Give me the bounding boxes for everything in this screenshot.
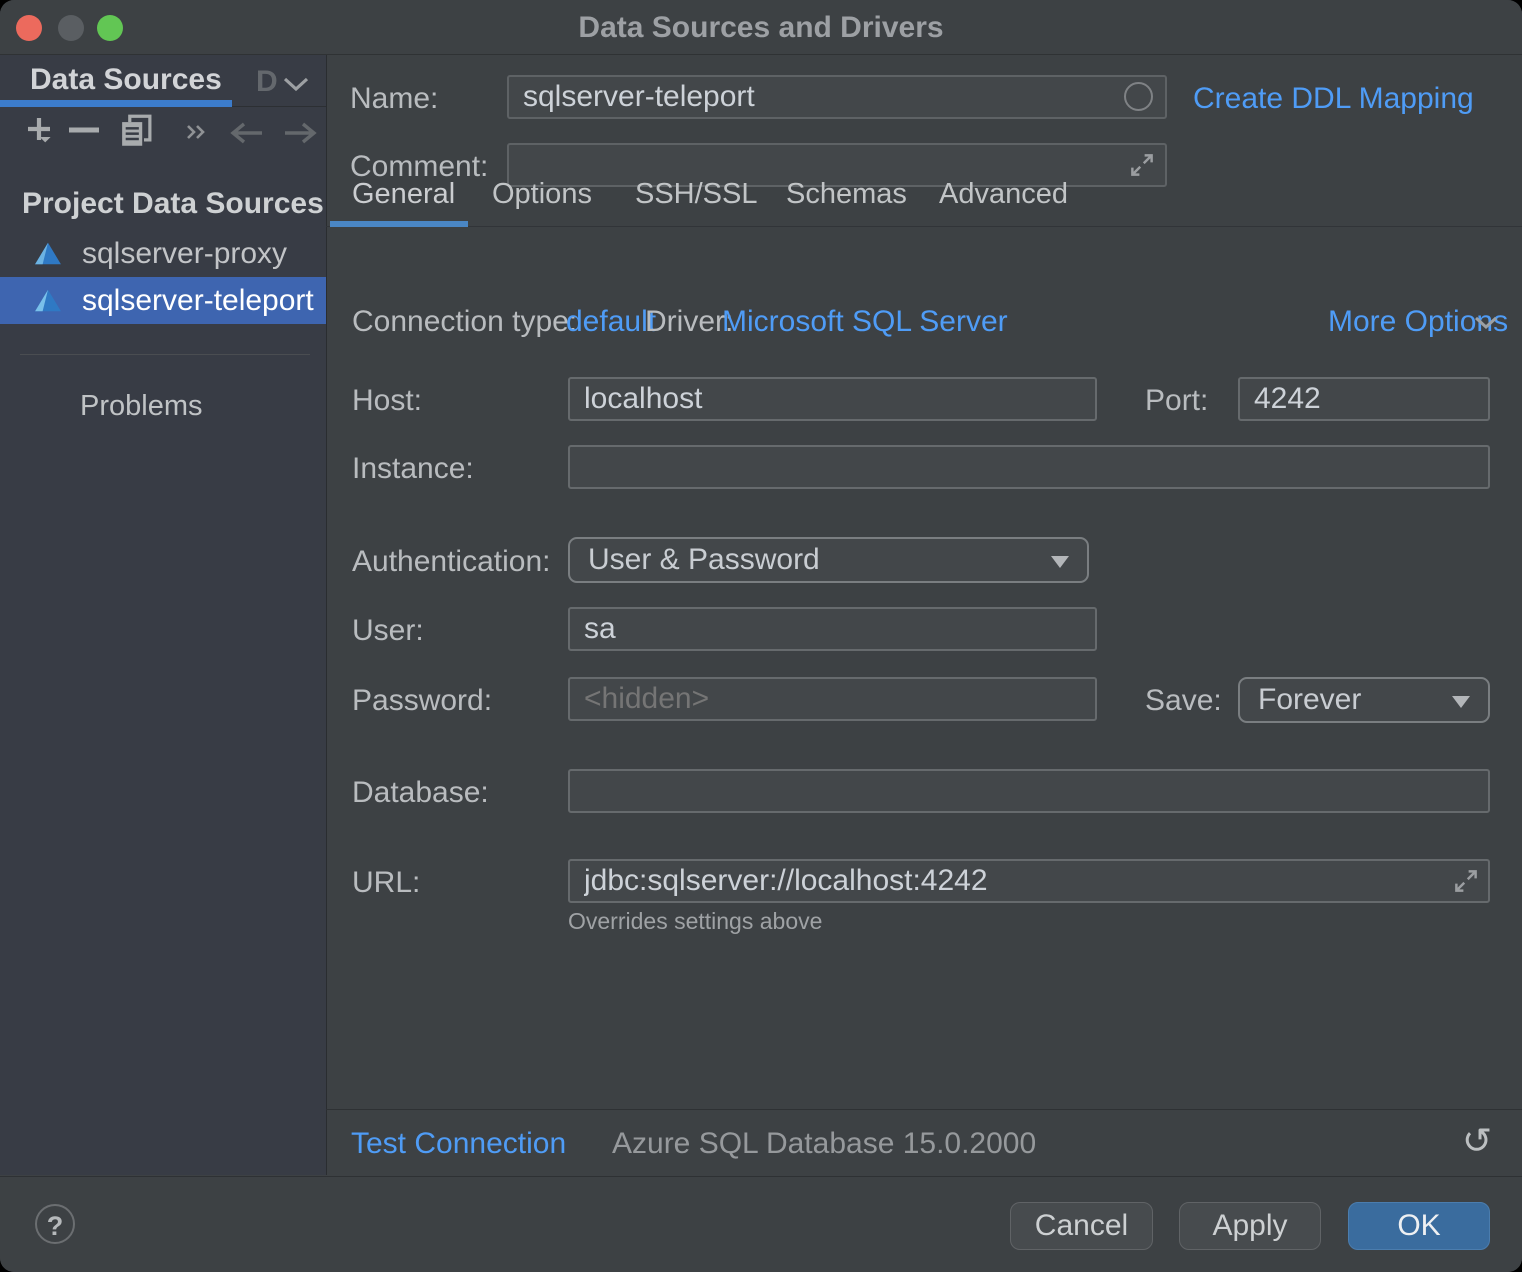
apply-button[interactable]: Apply <box>1179 1202 1321 1250</box>
loading-circle-icon <box>1124 82 1153 111</box>
chevron-down-icon[interactable] <box>282 77 310 92</box>
authentication-selected-value: User & Password <box>588 543 820 576</box>
expand-field-icon[interactable] <box>1128 151 1156 179</box>
cancel-button[interactable]: Cancel <box>1010 1202 1153 1250</box>
remove-data-source-icon[interactable] <box>68 127 100 133</box>
help-icon[interactable]: ? <box>35 1204 75 1244</box>
data-source-item-sqlserver-proxy[interactable]: sqlserver-proxy <box>0 230 326 277</box>
name-input[interactable] <box>507 75 1167 119</box>
connection-type-label: Connection type: <box>352 305 577 339</box>
data-sources-dialog: Data Sources and Drivers Data Sources D <box>0 0 1522 1272</box>
port-input[interactable] <box>1238 377 1490 421</box>
host-input[interactable] <box>568 377 1097 421</box>
password-input[interactable] <box>568 677 1097 721</box>
instance-input[interactable] <box>568 445 1490 489</box>
problems-link[interactable]: Problems <box>80 390 203 423</box>
divider <box>232 106 326 107</box>
tab-data-sources[interactable]: Data Sources <box>30 63 222 97</box>
name-label: Name: <box>350 82 438 116</box>
save-label: Save: <box>1145 684 1222 718</box>
authentication-select[interactable]: User & Password <box>568 537 1089 583</box>
title-bar: Data Sources and Drivers <box>0 0 1522 55</box>
chevron-down-icon[interactable] <box>1474 316 1498 330</box>
driver-label: Driver: <box>645 305 733 339</box>
host-label: Host: <box>352 384 422 418</box>
dropdown-arrow-icon <box>1452 696 1470 708</box>
button-bar: ? Cancel Apply OK <box>0 1176 1522 1272</box>
section-project-data-sources: Project Data Sources <box>22 187 324 221</box>
dropdown-arrow-icon <box>1051 556 1069 568</box>
forward-arrow-icon[interactable] <box>281 121 319 145</box>
tab-general[interactable]: General <box>352 178 455 211</box>
more-actions-chevrons-icon[interactable] <box>185 121 207 143</box>
divider <box>326 226 1522 227</box>
database-label: Database: <box>352 776 489 810</box>
tab-options[interactable]: Options <box>492 178 592 211</box>
data-source-label: sqlserver-teleport <box>82 277 314 324</box>
revert-icon[interactable]: ↺ <box>1462 1120 1492 1162</box>
tab-schemas[interactable]: Schemas <box>786 178 907 211</box>
sidebar-tab-underline <box>0 100 232 107</box>
url-input[interactable] <box>568 859 1490 903</box>
sidebar: Data Sources D <box>0 55 327 1175</box>
url-label: URL: <box>352 866 420 900</box>
url-hint: Overrides settings above <box>568 908 822 935</box>
password-label: Password: <box>352 684 492 718</box>
tab-drivers-truncated[interactable]: D <box>256 65 278 99</box>
ok-button[interactable]: OK <box>1348 1202 1490 1250</box>
azure-icon <box>34 288 62 313</box>
window-title: Data Sources and Drivers <box>0 11 1522 45</box>
selected-tab-underline <box>330 221 468 227</box>
duplicate-icon[interactable] <box>120 113 152 149</box>
save-selected-value: Forever <box>1258 683 1361 716</box>
instance-label: Instance: <box>352 452 474 486</box>
tab-ssh-ssl[interactable]: SSH/SSL <box>635 178 758 211</box>
user-label: User: <box>352 614 424 648</box>
connection-status: Azure SQL Database 15.0.2000 <box>612 1127 1036 1161</box>
driver-value-link[interactable]: Microsoft SQL Server <box>722 305 1008 339</box>
create-ddl-mapping-link[interactable]: Create DDL Mapping <box>1193 82 1474 116</box>
test-connection-link[interactable]: Test Connection <box>351 1127 566 1161</box>
user-input[interactable] <box>568 607 1097 651</box>
database-input[interactable] <box>568 769 1490 813</box>
add-data-source-icon[interactable] <box>22 113 56 147</box>
tab-advanced[interactable]: Advanced <box>939 178 1068 211</box>
data-source-item-sqlserver-teleport[interactable]: sqlserver-teleport <box>0 277 326 324</box>
back-arrow-icon[interactable] <box>228 121 266 145</box>
authentication-label: Authentication: <box>352 545 550 579</box>
save-select[interactable]: Forever <box>1238 677 1490 723</box>
data-source-label: sqlserver-proxy <box>82 230 287 277</box>
azure-icon <box>34 241 62 266</box>
divider <box>20 354 310 355</box>
port-label: Port: <box>1145 384 1208 418</box>
expand-field-icon[interactable] <box>1452 867 1480 895</box>
divider <box>326 1109 1522 1110</box>
connection-type-value-link[interactable]: default <box>566 305 656 339</box>
